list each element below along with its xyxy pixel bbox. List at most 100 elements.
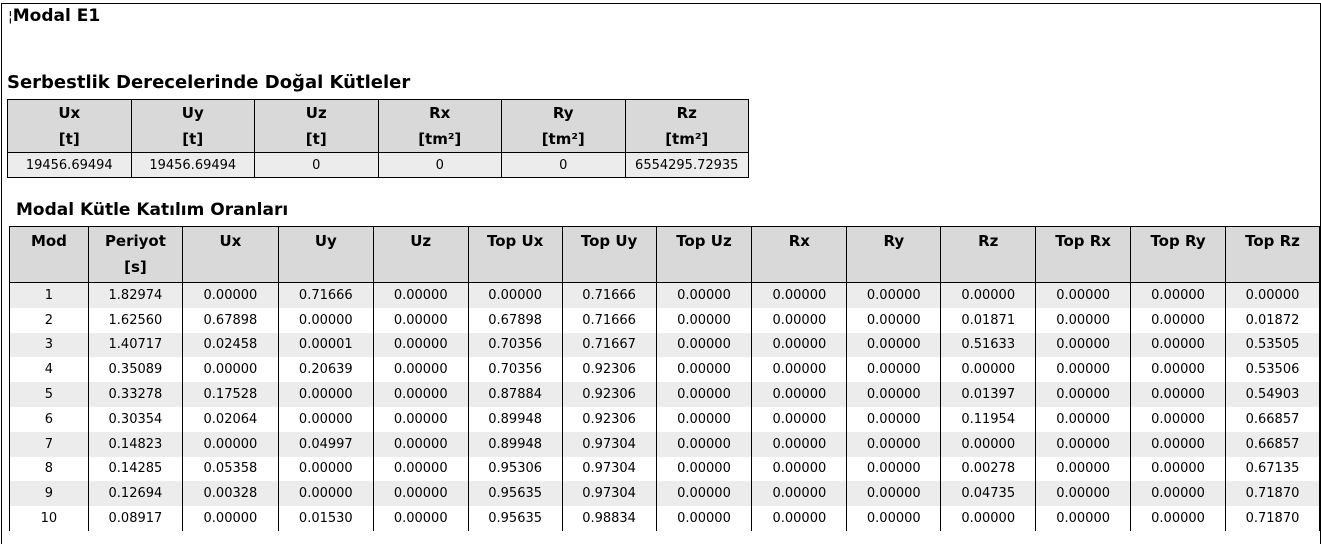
column-name: Ry [883,232,905,250]
table-cell: 0.33278 [87,382,183,407]
participation-heading: Modal Kütle Katılım Oranları [16,200,289,220]
table-cell: 0.00000 [751,406,848,432]
table-cell: 0.87884 [467,382,563,407]
table-cell: 0.00000 [1035,307,1132,333]
table-cell: 0.00000 [277,406,374,432]
table-cell: 0.14285 [87,456,183,482]
table-cell: 0.00000 [277,481,374,507]
table-cell: 0.00000 [1035,481,1132,507]
column-header-top-uy: Top Uy [561,226,657,283]
column-header-ry: Ry [846,226,942,283]
table-cell: 0.04735 [940,481,1037,507]
table-row: 4 0.35089 0.00000 0.20639 0.00000 0.70356 0.92… [9,357,1321,383]
table-cell: 0.00000 [655,431,753,457]
column-header-top-ux: Top Ux [467,226,563,283]
table-cell: 1.82974 [87,282,183,308]
table-cell: 0.00000 [940,431,1037,457]
column-unit: [t] [182,130,204,148]
column-name: Ry [552,104,574,122]
table-cell: 9 [9,481,89,507]
table-cell: 0.00000 [655,282,753,308]
table-cell: 0.00000 [751,506,848,531]
masses-heading: Serbestlik Derecelerinde Doğal Kütleler [7,72,411,93]
table-cell: 0.95306 [467,456,563,482]
table-cell: 0.00000 [751,282,848,308]
table-cell: 0.97304 [561,481,657,507]
table-cell: 0.02064 [181,406,279,432]
table-cell: 4 [9,357,89,383]
column-name: Periyot [104,232,166,250]
column-name: Top Uz [676,232,732,250]
column-unit: [tm²] [665,130,709,148]
table-cell: 0.00000 [655,481,753,507]
table-cell: 0.00000 [655,382,753,407]
table-cell: 0.92306 [561,406,657,432]
table-row: 6 0.30354 0.02064 0.00000 0.00000 0.89948 0.92… [9,406,1321,432]
column-unit: [tm²] [418,130,462,148]
table-cell: 0.00000 [372,431,469,457]
table-cell: 0.04997 [277,431,374,457]
column-name: Top Uy [580,232,638,250]
column-name: Mod [30,232,67,250]
table-cell: 0.00000 [1035,282,1132,308]
table-cell: 0.00000 [181,282,279,308]
table-cell: 0.00000 [846,307,942,333]
table-cell: 0.00000 [655,332,753,358]
column-name: Rz [978,232,999,250]
table-cell: 0.00000 [1035,506,1132,531]
table-cell: 0.00000 [372,357,469,383]
table-row: 5 0.33278 0.17528 0.00000 0.00000 0.87884 0.92… [9,382,1321,407]
column-header-uy: Uy [t] [130,99,255,153]
page-title: ¦Modal E1 [8,6,100,26]
table-cell: 0.00000 [181,506,279,531]
table-cell: 0.00000 [846,282,942,308]
column-name: Rz [676,104,697,122]
table-cell: 0.00000 [372,456,469,482]
column-name: Uz [305,104,327,122]
table-cell: 1 [9,282,89,308]
column-header-rx: Rx [751,226,848,283]
table-cell: 0.00000 [751,382,848,407]
table-cell: 8 [9,456,89,482]
table-cell: 0.00000 [846,406,942,432]
table-cell: 0.00000 [846,506,942,531]
table-cell: 0.71666 [561,307,657,333]
column-header-top-rz: Top Rz [1224,226,1321,283]
table-cell: 0.92306 [561,382,657,407]
table-cell: 0.11954 [940,406,1037,432]
table-cell: 0.00000 [655,406,753,432]
table-cell: 0.00000 [372,382,469,407]
table-cell: 0.53506 [1224,357,1321,383]
participation-header-row: Mod Periyot [s] Ux Uy Uz Top Ux Top Uy Top Uz Rx R… [9,226,1321,283]
table-cell: 0.71870 [1224,506,1321,531]
table-cell: 0.01530 [277,506,374,531]
table-cell: 0.00000 [846,332,942,358]
table-cell: 0.01397 [940,382,1037,407]
table-cell: 1.40717 [87,332,183,358]
table-cell: 0.12694 [87,481,183,507]
table-cell: 0.98834 [561,506,657,531]
table-cell: 0.00000 [655,307,753,333]
table-cell: 0.00000 [1130,481,1226,507]
table-cell: 0.00000 [1035,357,1132,383]
table-cell: 0.71666 [561,282,657,308]
table-cell: 0.00000 [751,332,848,358]
column-header-rz: Rz [tm²] [624,99,749,153]
table-cell: 0.00000 [277,456,374,482]
column-header-ry: Ry [tm²] [501,99,626,153]
table-cell: 0.00000 [1130,456,1226,482]
table-cell: 0.17528 [181,382,279,407]
table-cell: 0.00000 [1130,406,1226,432]
table-row: 8 0.14285 0.05358 0.00000 0.00000 0.95306 0.97… [9,456,1321,482]
table-cell: 0.97304 [561,431,657,457]
table-row: 3 1.40717 0.02458 0.00001 0.00000 0.70356 0.71… [9,332,1321,358]
mass-value-cell: 6554295.72935 [624,152,749,178]
column-name: Top Rz [1245,232,1300,250]
table-cell: 0.00000 [181,431,279,457]
column-header-top-uz: Top Uz [655,226,753,283]
table-cell: 0.00000 [940,282,1037,308]
column-header-uz: Uz [t] [254,99,379,153]
mass-value-cell: 19456.69494 [7,152,132,178]
column-unit: [t] [305,130,327,148]
table-cell: 0.67898 [181,307,279,333]
